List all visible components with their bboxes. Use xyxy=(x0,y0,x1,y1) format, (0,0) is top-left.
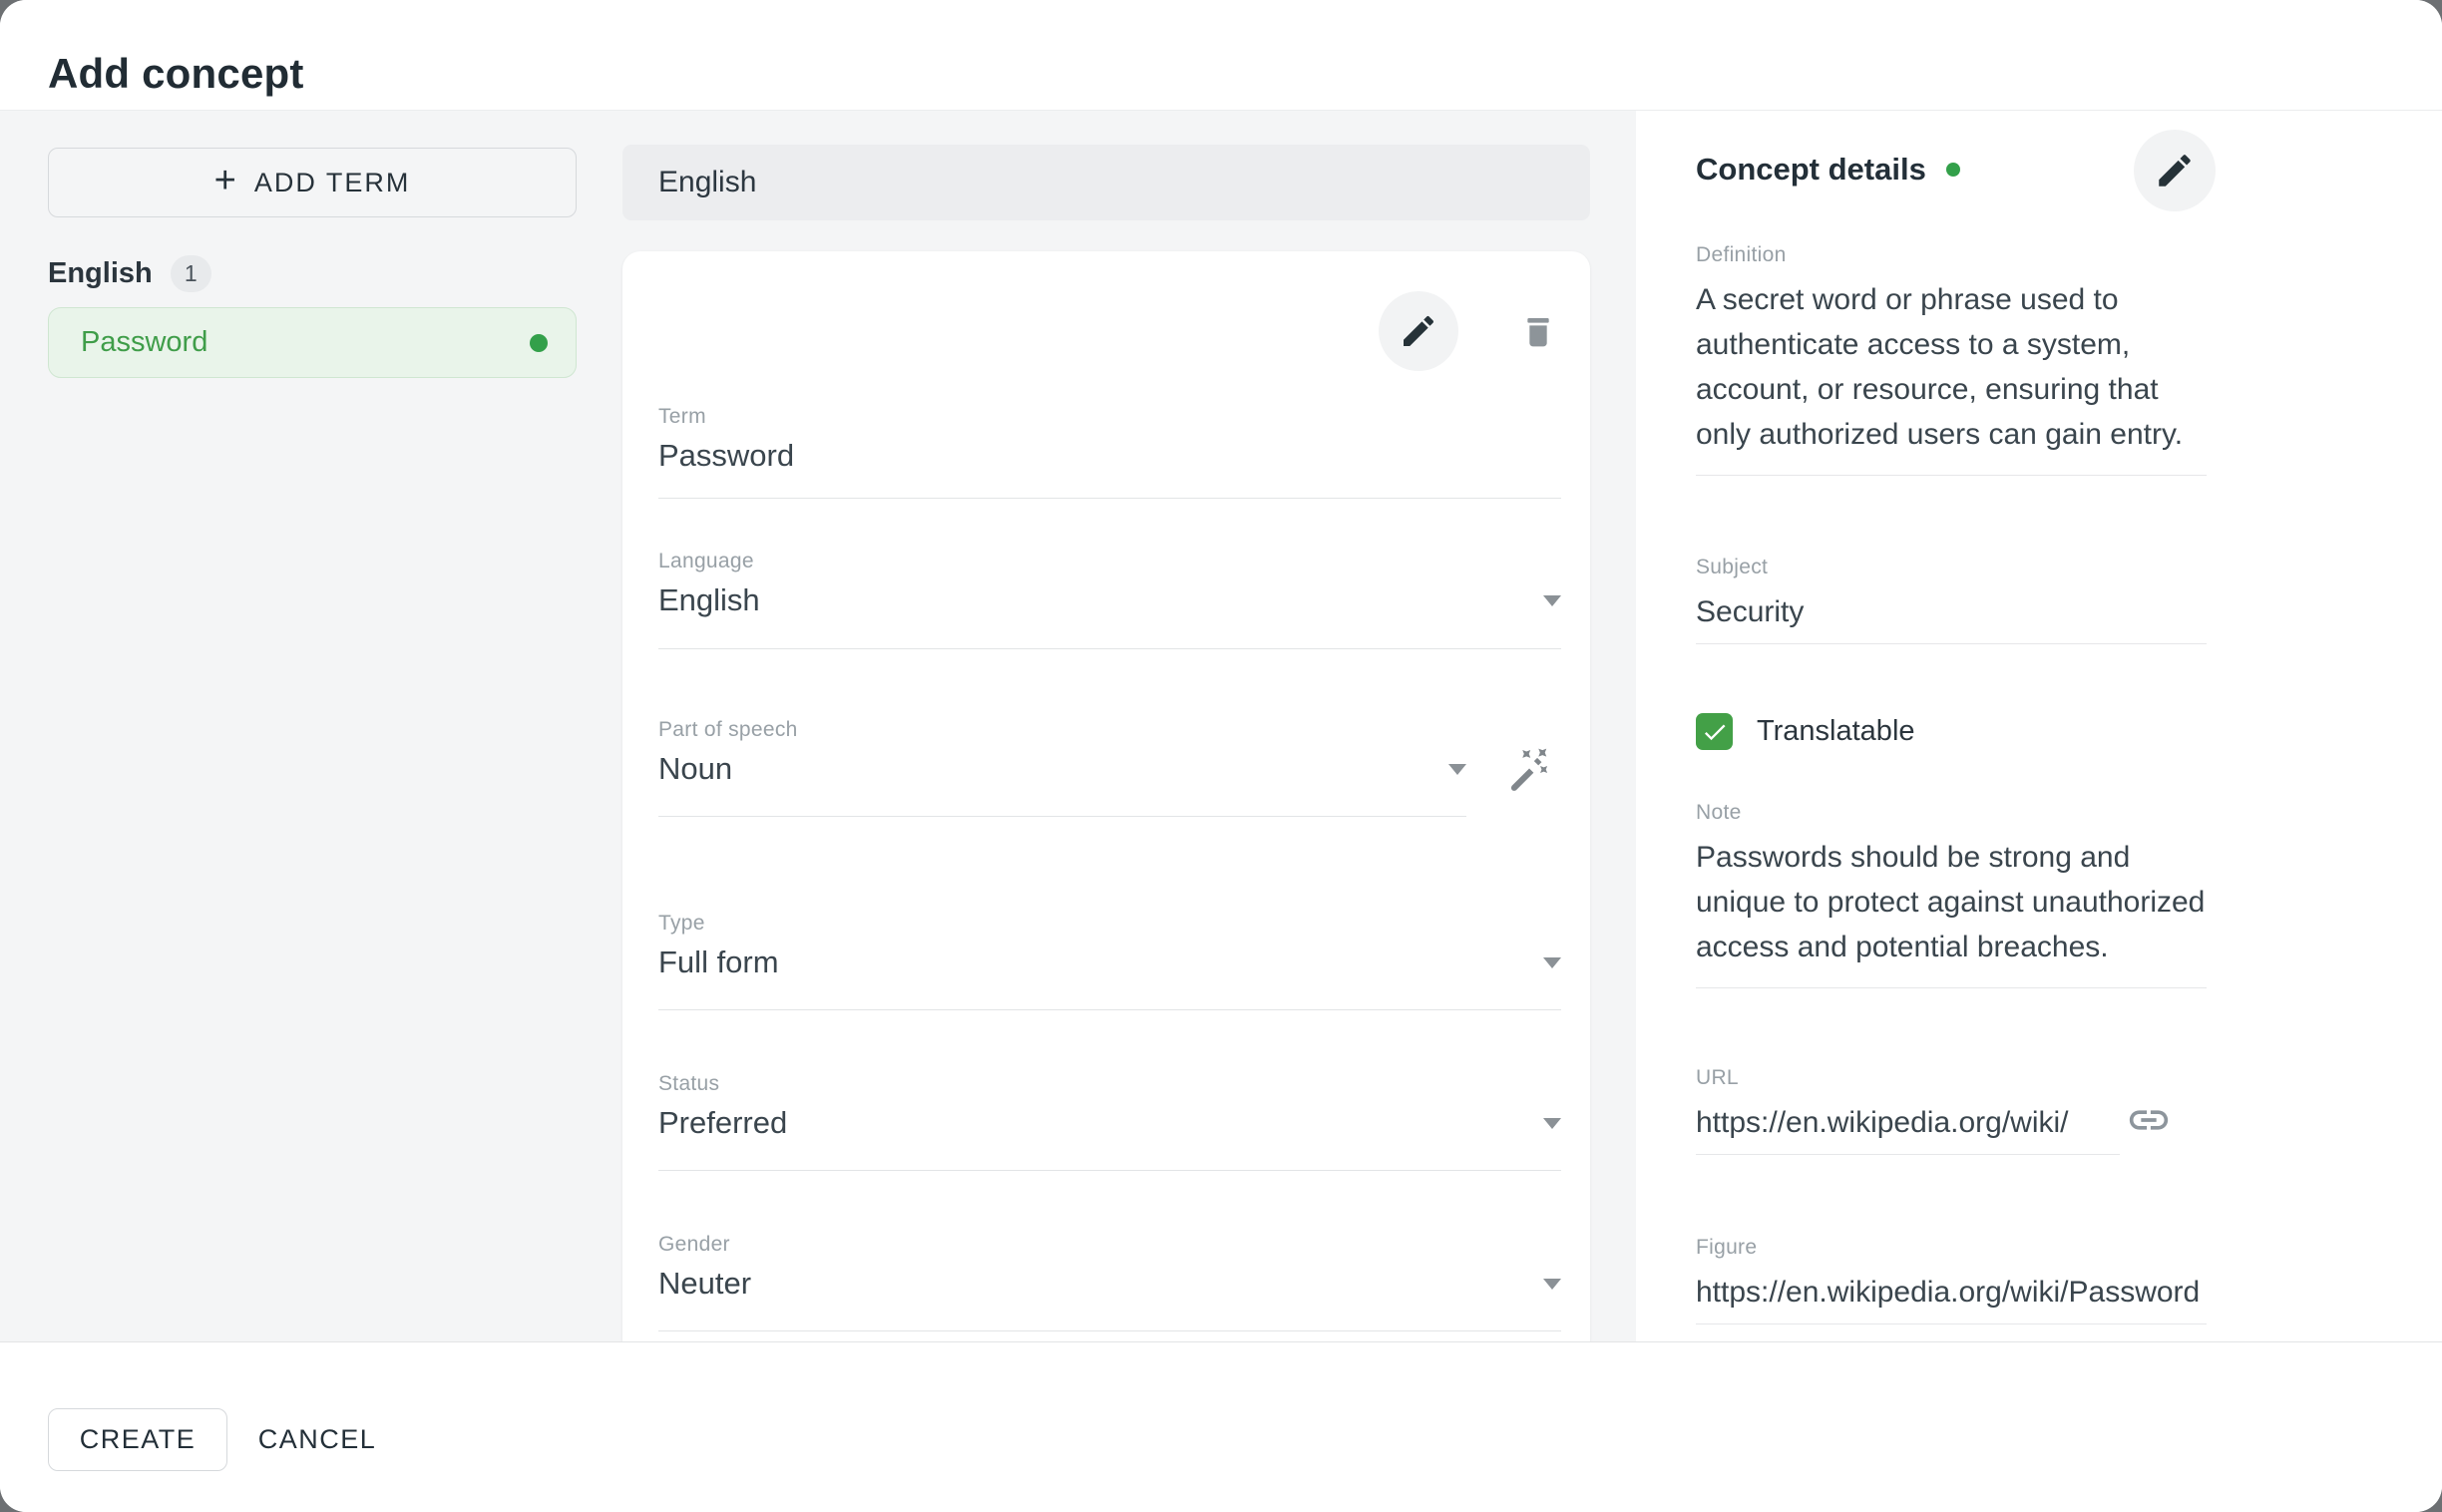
trash-icon xyxy=(1518,311,1558,351)
field-note-label: Note xyxy=(1696,801,2207,825)
field-definition-label: Definition xyxy=(1696,243,2207,267)
field-language-label: Language xyxy=(658,550,1561,573)
pencil-icon xyxy=(2154,150,2196,191)
term-list-item-label: Password xyxy=(81,326,207,359)
concept-details-panel: Concept details Definition A secret word… xyxy=(1636,111,2442,1341)
field-language-value[interactable]: English xyxy=(658,582,760,618)
field-gender-label: Gender xyxy=(658,1233,1561,1257)
dialog-body: + ADD TERM English 1 Password English xyxy=(0,111,2442,1341)
field-status-label: Status xyxy=(658,1072,1561,1096)
add-term-label: ADD TERM xyxy=(254,168,411,198)
language-group-name: English xyxy=(48,257,153,290)
field-language: Language English xyxy=(658,550,1561,573)
translatable-row: Translatable xyxy=(1696,713,1915,750)
field-term-label: Term xyxy=(658,405,1561,429)
link-icon xyxy=(2126,1097,2172,1143)
chevron-down-icon[interactable] xyxy=(1543,1118,1561,1129)
field-subject-underline xyxy=(1696,643,2207,644)
field-url-value[interactable]: https://en.wikipedia.org/wiki/ xyxy=(1696,1100,2120,1145)
add-concept-dialog: Add concept + ADD TERM English 1 Passwor… xyxy=(0,0,2442,1512)
field-url: URL https://en.wikipedia.org/wiki/ xyxy=(1696,1066,2120,1155)
field-status-value[interactable]: Preferred xyxy=(658,1105,787,1141)
field-gender-value[interactable]: Neuter xyxy=(658,1266,751,1302)
field-language-underline xyxy=(658,648,1561,649)
edit-concept-button[interactable] xyxy=(2134,130,2216,211)
chevron-down-icon[interactable] xyxy=(1448,764,1466,775)
field-gender-underline xyxy=(658,1330,1561,1331)
dialog-header: Add concept xyxy=(0,0,2442,111)
dialog-title: Add concept xyxy=(48,50,304,98)
field-part-of-speech: Part of speech Noun xyxy=(658,718,1466,742)
magic-wand-icon xyxy=(1505,747,1557,799)
field-term-underline xyxy=(658,498,1561,499)
term-language-bar-label: English xyxy=(658,166,756,199)
field-note: Note Passwords should be strong and uniq… xyxy=(1696,801,2207,988)
field-status-underline xyxy=(658,1170,1561,1171)
field-type-label: Type xyxy=(658,912,1561,936)
cancel-button[interactable]: CANCEL xyxy=(247,1408,387,1471)
field-url-label: URL xyxy=(1696,1066,2120,1090)
open-link-button[interactable] xyxy=(2119,1090,2179,1150)
term-language-bar: English xyxy=(622,145,1590,220)
chevron-down-icon[interactable] xyxy=(1543,595,1561,606)
edit-term-button[interactable] xyxy=(1379,291,1458,371)
delete-term-button[interactable] xyxy=(1498,291,1578,371)
language-group-header: English 1 xyxy=(48,254,211,292)
field-term-value[interactable]: Password xyxy=(658,438,794,474)
field-status: Status Preferred xyxy=(658,1072,1561,1096)
field-definition-underline xyxy=(1696,475,2207,476)
field-type: Type Full form xyxy=(658,912,1561,936)
pencil-icon xyxy=(1399,311,1438,351)
field-figure-value[interactable]: https://en.wikipedia.org/wiki/Password xyxy=(1696,1270,2207,1315)
field-type-value[interactable]: Full form xyxy=(658,945,779,980)
translatable-checkbox[interactable] xyxy=(1696,713,1733,750)
field-subject-label: Subject xyxy=(1696,556,2207,579)
field-type-underline xyxy=(658,1009,1561,1010)
field-figure-underline xyxy=(1696,1323,2207,1324)
concept-status-dot-icon xyxy=(1946,163,1960,177)
field-subject: Subject Security xyxy=(1696,556,2207,644)
dialog-footer: CREATE CANCEL xyxy=(0,1341,2442,1512)
chevron-down-icon[interactable] xyxy=(1543,957,1561,968)
field-gender: Gender Neuter xyxy=(658,1233,1561,1257)
field-definition-value[interactable]: A secret word or phrase used to authenti… xyxy=(1696,277,2207,457)
create-button[interactable]: CREATE xyxy=(48,1408,227,1471)
chevron-down-icon[interactable] xyxy=(1543,1279,1561,1290)
field-definition: Definition A secret word or phrase used … xyxy=(1696,243,2207,476)
field-figure-label: Figure xyxy=(1696,1236,2207,1260)
plus-icon: + xyxy=(214,162,238,199)
field-subject-value[interactable]: Security xyxy=(1696,589,2207,634)
concept-details-title: Concept details xyxy=(1696,152,1926,188)
modal: Add concept + ADD TERM English 1 Passwor… xyxy=(0,0,2442,1512)
field-term: Term Password xyxy=(658,405,1561,429)
term-status-dot-icon xyxy=(530,334,548,352)
field-part-of-speech-underline xyxy=(658,816,1466,817)
term-editor-card: Term Password Language English Part of s… xyxy=(622,251,1590,1341)
term-count-badge: 1 xyxy=(171,255,211,292)
field-note-value[interactable]: Passwords should be strong and unique to… xyxy=(1696,835,2207,969)
field-note-underline xyxy=(1696,987,2207,988)
field-figure: Figure https://en.wikipedia.org/wiki/Pas… xyxy=(1696,1236,2207,1324)
field-part-of-speech-value[interactable]: Noun xyxy=(658,751,732,787)
checkmark-icon xyxy=(1701,718,1729,746)
add-term-button[interactable]: + ADD TERM xyxy=(48,148,577,217)
auto-detect-wand-button[interactable] xyxy=(1500,742,1562,804)
field-part-of-speech-label: Part of speech xyxy=(658,718,1466,742)
translatable-label: Translatable xyxy=(1757,715,1915,748)
field-url-underline xyxy=(1696,1154,2120,1155)
term-list-item-password[interactable]: Password xyxy=(48,307,577,378)
